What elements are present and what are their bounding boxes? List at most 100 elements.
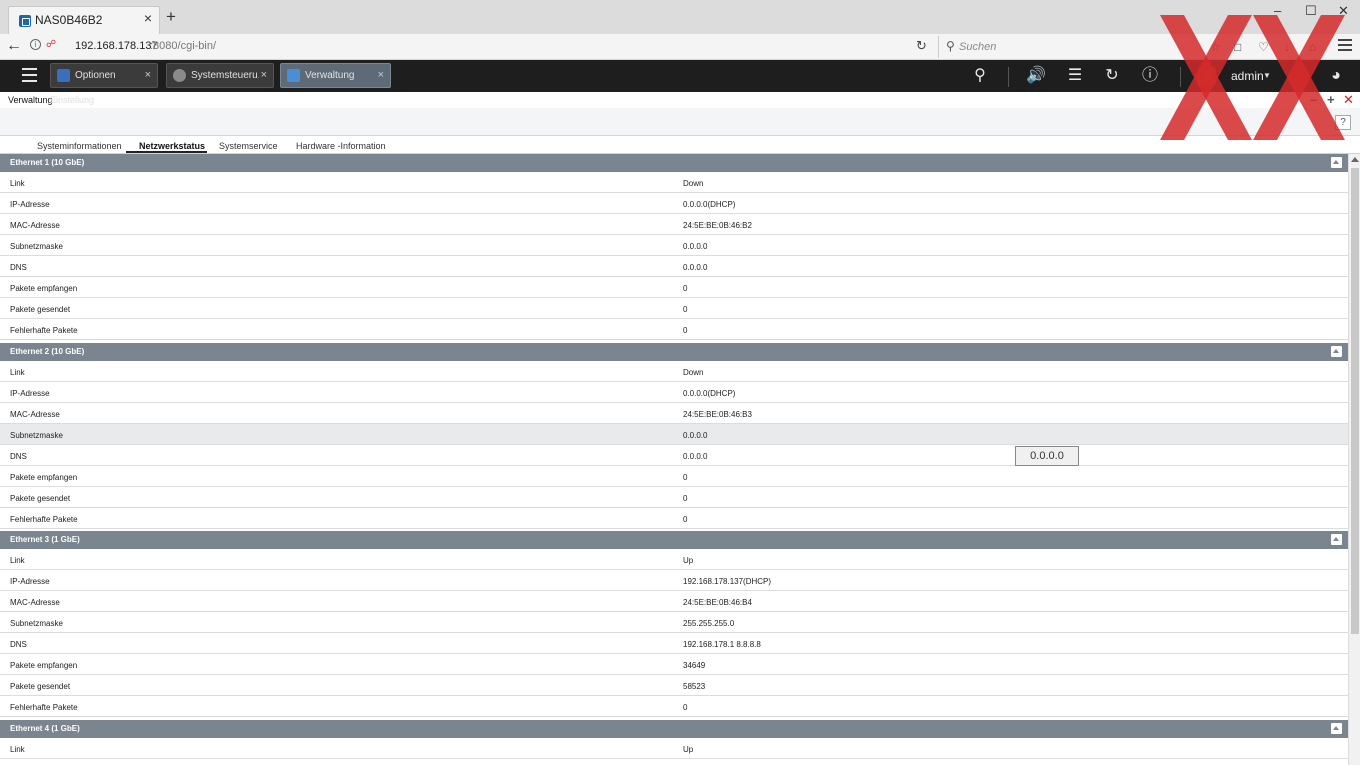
section-title: Ethernet 1 (10 GbE) — [10, 158, 85, 167]
tab-netzwerkstatus[interactable]: Netzwerkstatus — [139, 141, 205, 151]
row-value: 0.0.0.0 — [683, 263, 708, 272]
qts-top-bar: Optionen × Systemsteueru... × Verwaltung… — [0, 60, 1360, 92]
browser-menu-icon[interactable] — [1338, 39, 1352, 54]
row-value: 24:5E:BE:0B:46:B4 — [683, 598, 752, 607]
section-title: Ethernet 3 (1 GbE) — [10, 535, 80, 544]
app-tab-label: Systemsteueru... — [191, 70, 259, 81]
search-icon[interactable]: ⚲ — [970, 66, 990, 86]
row-label: Pakete gesendet — [10, 682, 71, 691]
window-maximize-icon[interactable]: + — [1327, 92, 1335, 107]
search-icon: ⚲ — [946, 39, 955, 53]
browser-tab-strip: NAS0B46B2 × + – ☐ ✕ — [0, 0, 1360, 34]
table-row: Fehlerhafte Pakete 0 — [0, 319, 1348, 340]
table-row: DNS 0.0.0.0 — [0, 256, 1348, 277]
table-row: Link Down — [0, 361, 1348, 382]
sync-icon[interactable]: ↻ — [1102, 66, 1122, 86]
row-label: DNS — [10, 263, 27, 272]
app-tab-optionen[interactable]: Optionen × — [50, 63, 158, 88]
home-icon[interactable]: ⌂ — [1309, 40, 1323, 54]
browser-tab-close-button[interactable]: × — [144, 10, 152, 26]
table-row: Link Up — [0, 549, 1348, 570]
row-label: Pakete gesendet — [10, 494, 71, 503]
row-value: Down — [683, 179, 704, 188]
browser-tab-title: NAS0B46B2 — [35, 13, 103, 27]
row-value: 34649 — [683, 661, 706, 670]
app-tab-close-button[interactable]: × — [378, 69, 384, 81]
tab-systeminformationen[interactable]: Systeminformationen — [37, 141, 122, 151]
row-value: 0 — [683, 515, 688, 524]
tab-systemservice[interactable]: Systemservice — [219, 141, 278, 151]
app-tab-close-button[interactable]: × — [145, 69, 151, 81]
row-label: IP-Adresse — [10, 389, 50, 398]
table-row: MAC-Adresse 24:5E:BE:0B:46:B3 — [0, 403, 1348, 424]
user-menu[interactable]: admin — [1231, 69, 1264, 83]
main-menu-icon[interactable] — [22, 68, 37, 86]
url-path[interactable]: :8080/cgi-bin/ — [150, 40, 216, 52]
back-arrow-icon[interactable]: ← — [6, 37, 22, 55]
active-tab-indicator — [126, 151, 207, 153]
window-close-button[interactable]: ✕ — [1338, 3, 1349, 19]
table-row: Pakete empfangen 0 — [0, 466, 1348, 487]
bookmark-star-icon[interactable]: ☆ — [1210, 40, 1224, 54]
collapse-icon[interactable] — [1331, 157, 1342, 168]
row-value: 0.0.0.0 — [683, 452, 708, 461]
row-value: 24:5E:BE:0B:46:B2 — [683, 221, 752, 230]
more-options-icon[interactable]: · · · — [1296, 62, 1302, 88]
row-label: IP-Adresse — [10, 577, 50, 586]
browser-tab[interactable]: NAS0B46B2 × — [8, 6, 160, 34]
row-label: Fehlerhafte Pakete — [10, 703, 78, 712]
volume-icon[interactable]: 🔊 — [1026, 66, 1046, 86]
row-value: 0.0.0.0(DHCP) — [683, 389, 736, 398]
help-button[interactable]: ? — [1335, 115, 1351, 130]
info-icon[interactable]: i — [30, 39, 41, 50]
section-header-ethernet-1[interactable]: Ethernet 1 (10 GbE) — [0, 154, 1348, 172]
search-input[interactable]: ⚲ Suchen — [938, 36, 1200, 58]
app-tab-systemsteuerung[interactable]: Systemsteueru... × — [166, 63, 274, 88]
gear-icon — [173, 69, 186, 82]
download-icon[interactable]: ↓ — [1284, 40, 1298, 54]
row-value: 0 — [683, 326, 688, 335]
row-value: Up — [683, 745, 694, 754]
window-minimize-icon[interactable]: – — [1310, 92, 1317, 107]
row-label: MAC-Adresse — [10, 598, 60, 607]
dashboard-gauge-icon[interactable]: ◕ — [1326, 66, 1346, 86]
collapse-icon[interactable] — [1331, 723, 1342, 734]
divider — [1180, 67, 1181, 87]
reload-icon[interactable]: ↻ — [916, 38, 927, 54]
pocket-icon[interactable]: ♡ — [1258, 40, 1272, 54]
scrollbar-thumb[interactable] — [1351, 168, 1359, 634]
url-host[interactable]: 192.168.178.137 — [75, 40, 158, 52]
collapse-icon[interactable] — [1331, 534, 1342, 545]
section-header-ethernet-3[interactable]: Ethernet 3 (1 GbE) — [0, 531, 1348, 549]
window-close-icon[interactable]: ✕ — [1343, 92, 1354, 108]
info-icon[interactable]: ⓘ — [1140, 66, 1160, 86]
app-tab-verwaltung[interactable]: Verwaltung × — [280, 63, 391, 88]
scroll-up-arrow-icon[interactable] — [1351, 157, 1359, 162]
search-placeholder: Suchen — [959, 41, 997, 53]
row-label: MAC-Adresse — [10, 221, 60, 230]
collapse-icon[interactable] — [1331, 346, 1342, 357]
app-tab-close-button[interactable]: × — [261, 69, 267, 81]
window-subtitle: Einstellung — [50, 95, 95, 105]
monitor-app-icon — [287, 69, 300, 82]
chevron-down-icon[interactable]: ▼ — [1263, 71, 1271, 80]
table-row: DNS 192.168.178.1 8.8.8.8 — [0, 633, 1348, 654]
table-row: IP-Adresse 192.168.178.137(DHCP) — [0, 570, 1348, 591]
table-row: Pakete gesendet 0 — [0, 487, 1348, 508]
tasks-stack-icon[interactable]: ☰ — [1065, 66, 1085, 86]
clipboard-icon[interactable]: □ — [1234, 40, 1248, 54]
insecure-lock-icon[interactable]: ☍ — [46, 39, 56, 50]
tab-hardware-information[interactable]: Hardware -Information — [296, 141, 386, 151]
table-row: IP-Adresse 0.0.0.0(DHCP) — [0, 382, 1348, 403]
new-tab-button[interactable]: + — [166, 8, 176, 25]
content-scrollbar[interactable] — [1348, 154, 1360, 765]
row-value: 0 — [683, 305, 688, 314]
section-header-ethernet-2[interactable]: Ethernet 2 (10 GbE) — [0, 343, 1348, 361]
avatar[interactable] — [1198, 67, 1216, 85]
window-minimize-button[interactable]: – — [1274, 3, 1281, 18]
table-row: Subnetzmaske 0.0.0.0 — [0, 235, 1348, 256]
section-header-ethernet-4[interactable]: Ethernet 4 (1 GbE) — [0, 720, 1348, 738]
network-status-panel: Ethernet 1 (10 GbE) Link Down IP-Adresse 0… — [0, 154, 1348, 765]
window-maximize-button[interactable]: ☐ — [1305, 3, 1317, 19]
qnap-favicon-icon — [19, 15, 31, 27]
